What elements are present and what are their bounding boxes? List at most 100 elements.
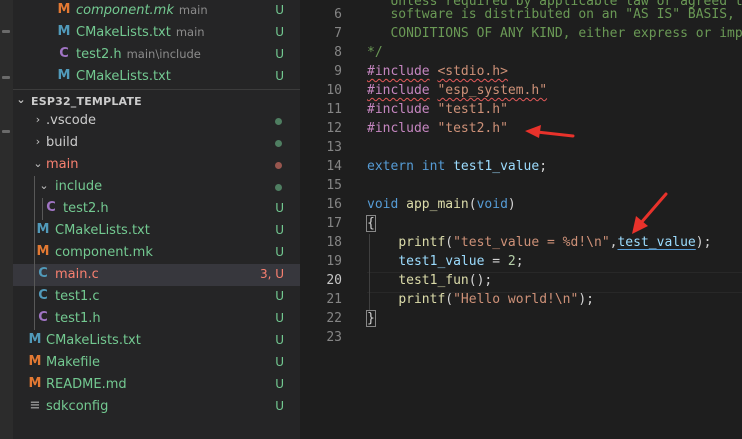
line-number: 8	[334, 45, 342, 60]
tree-file-test1-c[interactable]: C test1.c U	[13, 286, 300, 308]
file-name: main.c	[55, 267, 99, 282]
open-editor-item[interactable]: M component.mk main U	[13, 0, 300, 22]
m-file-icon: M	[57, 2, 71, 17]
line-number: 23	[326, 330, 342, 345]
line-number: 6	[334, 7, 342, 22]
activity-bar	[0, 0, 13, 439]
chevron-down-icon: ⌄	[33, 157, 43, 170]
code-line: void app_main(void)	[367, 197, 516, 212]
chevron-right-icon: ›	[35, 113, 41, 126]
git-status: U	[275, 333, 284, 347]
cmake-file-icon: M	[57, 68, 71, 83]
file-name: test2.h	[76, 47, 122, 62]
cmake-file-icon: M	[36, 222, 50, 237]
modified-dot	[275, 184, 282, 191]
file-name: sdkconfig	[46, 399, 109, 414]
file-name: README.md	[46, 377, 127, 392]
code-line: software is distributed on an "AS IS" BA…	[367, 7, 742, 22]
open-editor-item[interactable]: M CMakeLists.txt U	[13, 66, 300, 88]
config-file-icon: ≡	[29, 398, 41, 413]
git-status: U	[275, 47, 284, 61]
git-status: U	[275, 25, 284, 39]
m-file-icon: M	[28, 354, 42, 369]
annotation-arrow-icon	[632, 192, 668, 234]
code-line: #include "test2.h"	[367, 121, 508, 136]
c-header-file-icon: C	[46, 200, 56, 215]
chevron-down-icon: ⌄	[16, 93, 26, 106]
folder-name: main	[46, 157, 79, 172]
open-editor-item[interactable]: M CMakeLists.txt main U	[13, 22, 300, 44]
line-number: 17	[326, 216, 342, 231]
c-header-file-icon: C	[59, 46, 69, 61]
line-number: 19	[326, 254, 342, 269]
file-name: component.mk	[76, 3, 174, 18]
line-number: 22	[326, 311, 342, 326]
modified-dot	[275, 118, 282, 125]
m-file-icon: M	[28, 376, 42, 391]
git-status: U	[275, 311, 284, 325]
line-number: 12	[326, 121, 342, 136]
activity-icon[interactable]	[2, 130, 10, 133]
file-name: Makefile	[46, 355, 101, 370]
code-line: CONDITIONS OF ANY KIND, either express o…	[367, 26, 742, 41]
m-file-icon: M	[36, 244, 50, 259]
tree-file-test1-h[interactable]: C test1.h U	[13, 308, 300, 330]
code-line: #include "esp_system.h"	[367, 83, 548, 98]
tree-folder-vscode[interactable]: › .vscode	[13, 110, 300, 132]
activity-icon[interactable]	[2, 76, 10, 79]
git-status: U	[275, 399, 284, 413]
tree-file-main-cmakelists[interactable]: M CMakeLists.txt U	[13, 220, 300, 242]
cmake-file-icon: M	[28, 332, 42, 347]
line-number: 21	[326, 292, 342, 307]
c-header-file-icon: C	[38, 310, 48, 325]
code-line: {	[366, 215, 376, 232]
line-number: 20	[326, 273, 342, 288]
tree-folder-include[interactable]: ⌄ include	[13, 176, 300, 198]
file-name: CMakeLists.txt	[76, 25, 171, 40]
line-number: 18	[326, 235, 342, 250]
git-status: U	[275, 377, 284, 391]
file-name: test1.c	[55, 289, 100, 304]
bracket-match: {	[366, 215, 376, 232]
file-name: CMakeLists.txt	[46, 333, 141, 348]
git-status: U	[275, 69, 284, 83]
file-name: test2.h	[63, 201, 109, 216]
folder-name: build	[46, 135, 78, 150]
file-name: test1.h	[55, 311, 101, 326]
code-line: printf("test_value = %d!\n",test_value);	[398, 235, 712, 250]
tree-file-root-cmakelists[interactable]: M CMakeLists.txt U	[13, 330, 300, 352]
git-status: U	[275, 3, 284, 17]
explorer-section-header[interactable]: ⌄ ESP32_TEMPLATE	[13, 89, 300, 112]
tree-file-sdkconfig[interactable]: ≡ sdkconfig U	[13, 396, 300, 418]
tree-folder-build[interactable]: › build	[13, 132, 300, 154]
code-editor[interactable]: 6 7 8 9 10 11 12 13 14 15 16 17 18 19 20 21 22 23 Unless …	[300, 0, 742, 439]
tree-file-main-c[interactable]: C main.c 3, U	[13, 264, 300, 286]
folder-name: include	[55, 179, 103, 194]
code-line: test1_fun();	[398, 273, 493, 288]
tree-folder-main[interactable]: ⌄ main	[13, 154, 300, 176]
line-number: 11	[326, 102, 342, 117]
annotation-arrow-icon	[525, 125, 575, 138]
line-number: 10	[326, 83, 342, 98]
file-name: CMakeLists.txt	[76, 69, 171, 84]
line-number: 9	[334, 64, 342, 79]
chevron-right-icon: ›	[35, 135, 41, 148]
file-name: CMakeLists.txt	[55, 223, 150, 238]
line-number: 15	[326, 178, 342, 193]
tree-file-test2-h[interactable]: C test2.h U	[13, 198, 300, 220]
line-number: 7	[334, 26, 342, 41]
code-line: extern int test1_value;	[367, 159, 548, 174]
tree-file-component-mk[interactable]: M component.mk U	[13, 242, 300, 264]
git-status: U	[275, 355, 284, 369]
file-name: component.mk	[55, 245, 153, 260]
code-line: test1_value = 2;	[398, 254, 524, 269]
code-line: */	[367, 45, 383, 60]
open-editor-item[interactable]: C test2.h main\include U	[13, 44, 300, 66]
tree-file-makefile[interactable]: M Makefile U	[13, 352, 300, 374]
git-status: 3, U	[259, 267, 284, 281]
folder-name: .vscode	[46, 113, 96, 128]
activity-icon[interactable]	[2, 30, 10, 33]
chevron-down-icon: ⌄	[39, 179, 49, 192]
section-title: ESP32_TEMPLATE	[31, 95, 142, 108]
tree-file-readme[interactable]: M README.md U	[13, 374, 300, 396]
